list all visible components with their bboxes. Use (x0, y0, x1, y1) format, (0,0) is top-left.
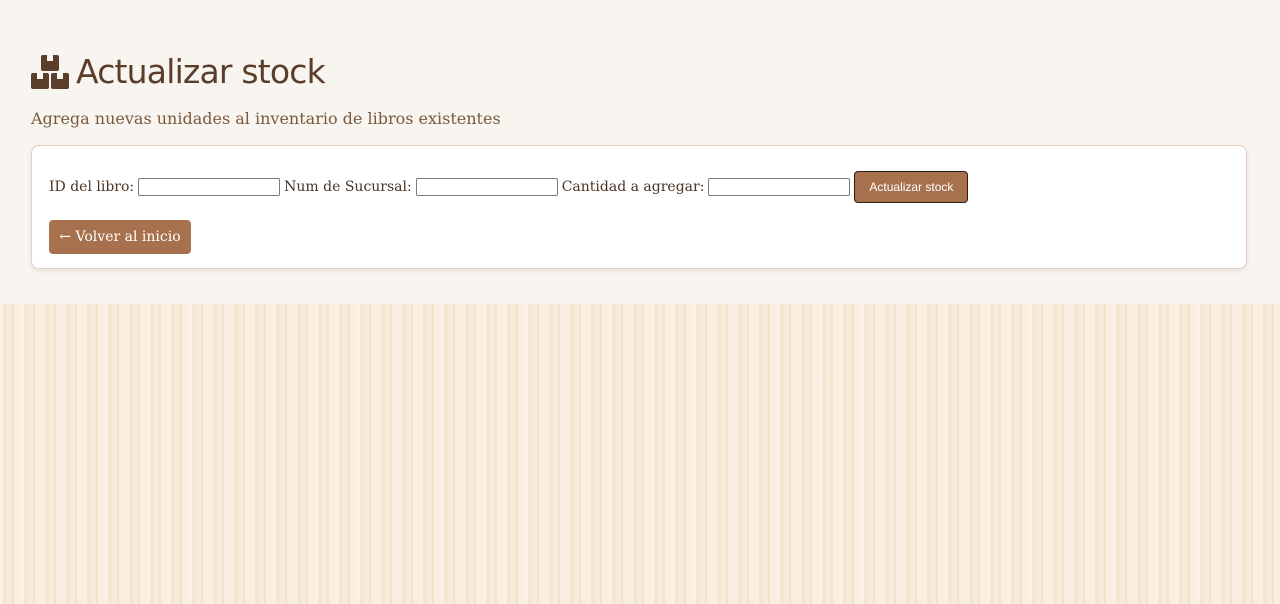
page-subtitle: Agrega nuevas unidades al inventario de … (31, 109, 501, 128)
book-id-label: ID del libro: (49, 179, 135, 195)
page-title: Actualizar stock (76, 52, 326, 91)
quantity-input[interactable] (708, 178, 851, 196)
back-home-button[interactable]: ← Volver al inicio (49, 220, 191, 254)
update-stock-button[interactable]: Actualizar stock (854, 171, 969, 203)
branch-number-input[interactable] (415, 178, 558, 196)
page-header: Actualizar stock (31, 52, 1249, 92)
branch-number-label: Num de Sucursal: (284, 179, 412, 195)
book-id-input[interactable] (138, 178, 281, 196)
quantity-label: Cantidad a agregar: (561, 179, 705, 195)
main-container: Actualizar stock Agrega nuevas unidades … (31, 52, 1249, 269)
boxes-icon (31, 55, 69, 89)
update-stock-form: ID del libro: Num de Sucursal: Cantidad … (49, 171, 969, 203)
update-stock-card: ID del libro: Num de Sucursal: Cantidad … (31, 145, 1247, 269)
